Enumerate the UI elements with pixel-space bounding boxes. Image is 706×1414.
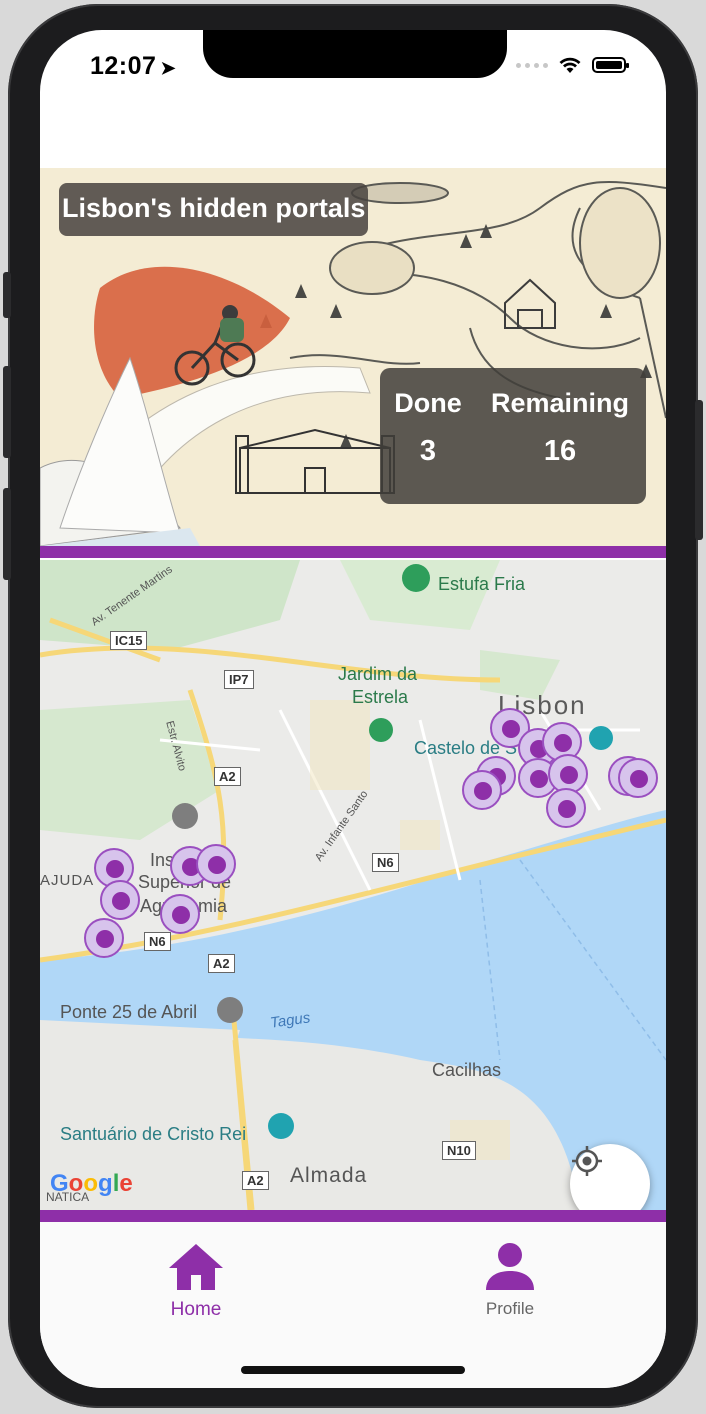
stat-remaining-value: 16 bbox=[543, 435, 577, 467]
person-icon bbox=[486, 1243, 534, 1290]
road-shield-ip7: IP7 bbox=[224, 670, 254, 689]
google-attribution: Google bbox=[50, 1170, 133, 1197]
notch bbox=[203, 30, 507, 78]
status-icons bbox=[516, 56, 629, 74]
progress-stats: Done 3 Remaining 16 bbox=[380, 368, 646, 504]
signal-icon bbox=[516, 62, 548, 68]
portal-marker[interactable] bbox=[84, 918, 124, 958]
stat-done: Done 3 bbox=[388, 388, 468, 468]
home-indicator bbox=[241, 1366, 465, 1374]
portal-marker[interactable] bbox=[546, 788, 586, 828]
road-shield-n6-left: N6 bbox=[144, 932, 171, 951]
stat-done-label: Done bbox=[394, 388, 462, 418]
road-shield-n6-right: N6 bbox=[372, 853, 399, 872]
stat-remaining: Remaining 16 bbox=[480, 388, 640, 468]
power-button bbox=[695, 400, 703, 540]
nav-home-label: Home bbox=[170, 1299, 222, 1320]
wifi-icon bbox=[559, 57, 581, 73]
hero-title: Lisbon's hidden portals bbox=[59, 183, 369, 236]
portal-marker[interactable] bbox=[100, 880, 140, 920]
road-shield-a2-top: A2 bbox=[214, 767, 241, 786]
map-label-jardim-1: Jardim da bbox=[338, 664, 418, 684]
map-label-jardim-2: Estrela bbox=[352, 687, 409, 707]
map-label-ajuda: AJUDA bbox=[40, 872, 95, 889]
home-icon bbox=[169, 1244, 223, 1290]
volume-down-button bbox=[3, 488, 11, 580]
portal-marker[interactable] bbox=[196, 844, 236, 884]
divider-top bbox=[40, 546, 666, 558]
nav-profile-label: Profile bbox=[485, 1299, 535, 1318]
map-label-cacilhas: Cacilhas bbox=[432, 1060, 502, 1080]
mute-switch bbox=[3, 272, 11, 318]
hero-banner: Lisbon's hidden portals Done 3 Remaining… bbox=[40, 168, 666, 546]
divider-bottom bbox=[40, 1210, 666, 1222]
status-time: 12:07 ➤ bbox=[90, 52, 176, 81]
app-screen: 12:07 ➤ Lisbon's hidden portals Done 3 R… bbox=[40, 30, 666, 1388]
battery-icon bbox=[592, 57, 629, 73]
portal-marker[interactable] bbox=[618, 758, 658, 798]
stat-remaining-label: Remaining bbox=[490, 388, 630, 418]
nav-profile[interactable]: Profile bbox=[440, 1240, 580, 1319]
road-shield-n10: N10 bbox=[442, 1141, 476, 1160]
nav-home[interactable]: Home bbox=[126, 1240, 266, 1321]
road-shield-ic15: IC15 bbox=[110, 631, 148, 650]
bottom-nav: Home Profile bbox=[40, 1222, 666, 1388]
map-label-almada: Almada bbox=[290, 1164, 368, 1187]
map-view[interactable]: Estufa Fria Lisbon Jardim da Estrela Cas… bbox=[40, 560, 666, 1210]
road-shield-a2-bottom: A2 bbox=[242, 1171, 269, 1190]
map-label-santuario: Santuário de Cristo Rei bbox=[60, 1124, 247, 1144]
volume-up-button bbox=[3, 366, 11, 458]
road-shield-a2-mid: A2 bbox=[208, 954, 235, 973]
stat-done-value: 3 bbox=[419, 435, 437, 467]
status-time-text: 12:07 bbox=[90, 52, 157, 80]
location-arrow-icon: ➤ bbox=[160, 58, 177, 78]
map-label-ponte: Ponte 25 de Abril bbox=[60, 1002, 198, 1022]
portal-marker[interactable] bbox=[160, 894, 200, 934]
map-label-estufa-fria: Estufa Fria bbox=[438, 574, 526, 594]
portal-marker[interactable] bbox=[462, 770, 502, 810]
my-location-icon bbox=[572, 1146, 602, 1176]
